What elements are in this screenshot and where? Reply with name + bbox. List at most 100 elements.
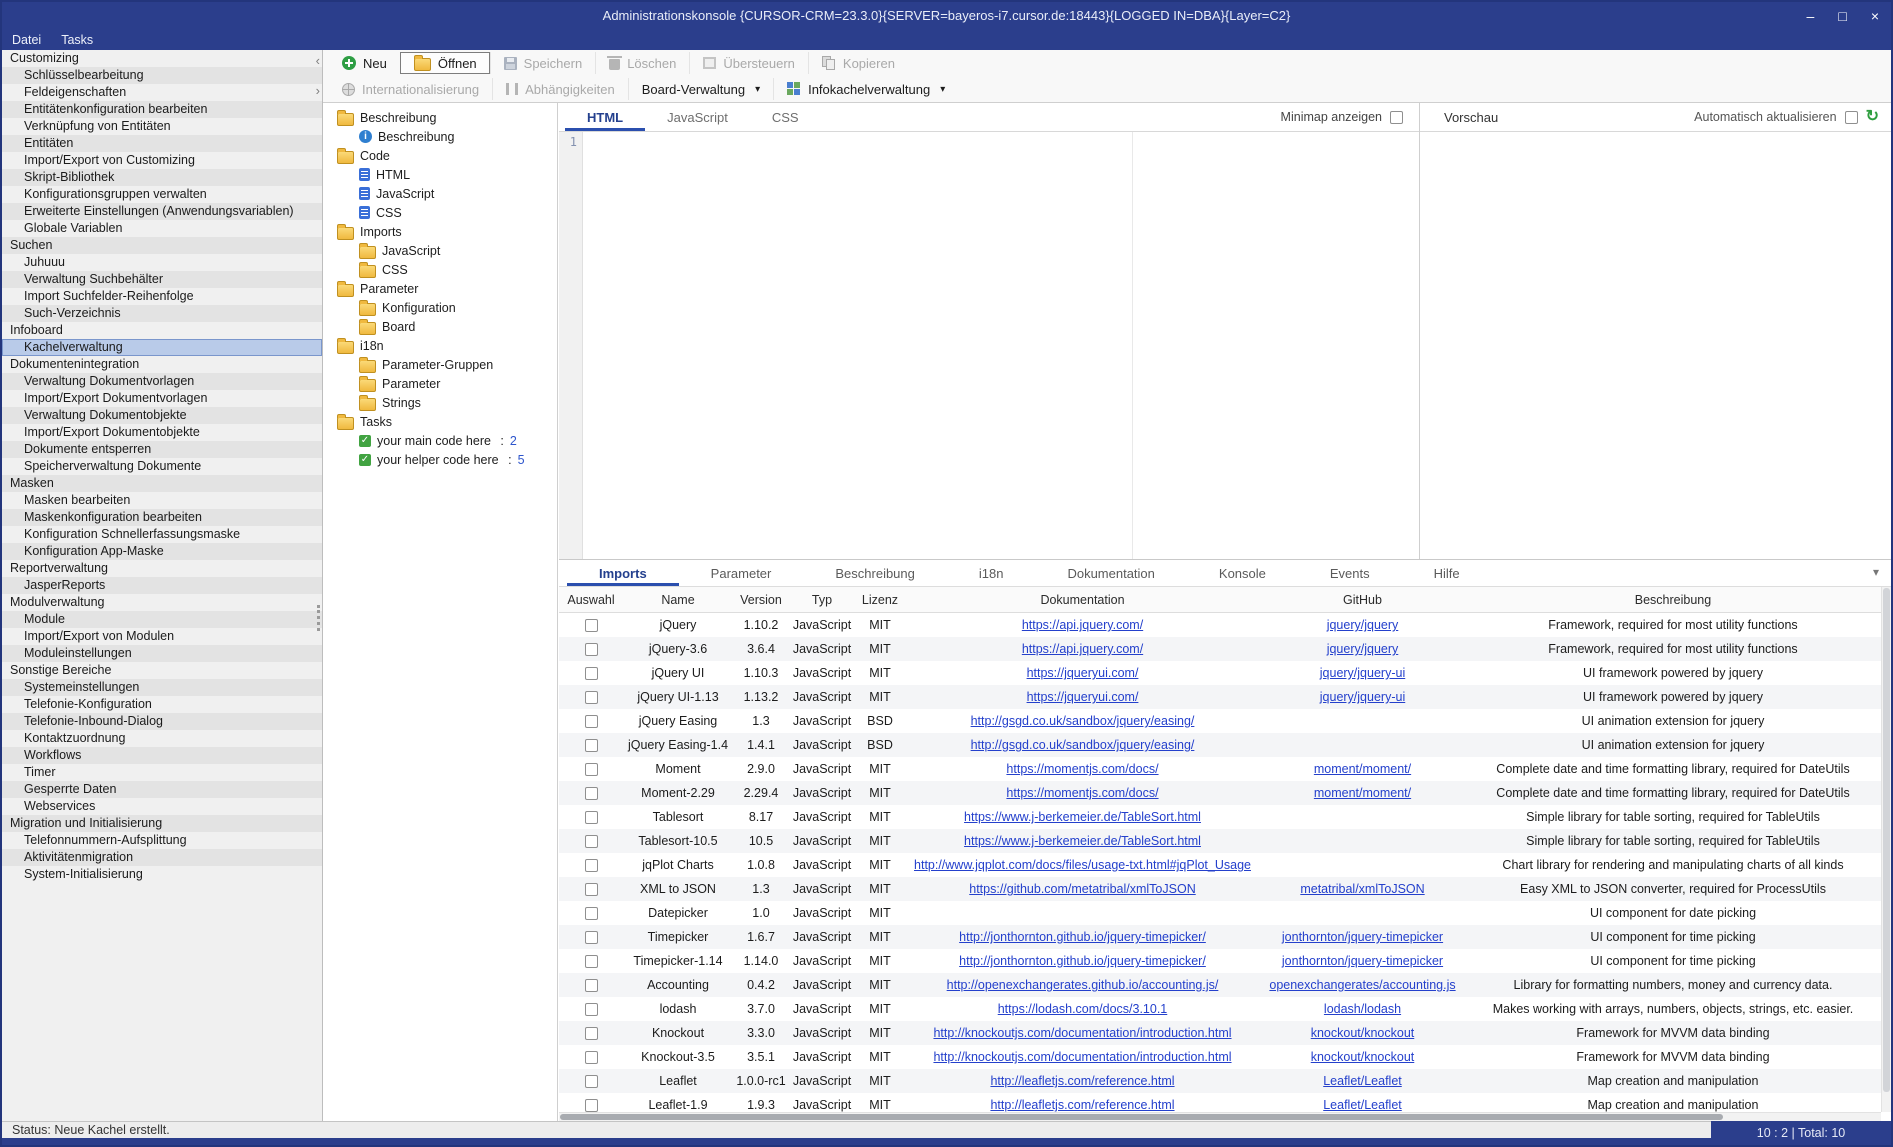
- row-select-checkbox[interactable]: [585, 979, 598, 992]
- table-row[interactable]: Leaflet1.0.0-rc1JavaScriptMIThttp://leaf…: [559, 1069, 1881, 1093]
- sidebar-item-verwaltung-suchbehälter[interactable]: Verwaltung Suchbehälter: [2, 271, 322, 288]
- doc-link[interactable]: http://leafletjs.com/reference.html: [990, 1098, 1174, 1112]
- row-select-checkbox[interactable]: [585, 715, 598, 728]
- panel-collapse-icon[interactable]: ▾: [1873, 565, 1879, 579]
- toolbar-button-internationalisierung[interactable]: Internationalisierung: [329, 78, 492, 100]
- tree-item-i18n[interactable]: i18n: [323, 336, 557, 355]
- sidebar-item-systemeinstellungen[interactable]: Systemeinstellungen: [2, 679, 322, 696]
- sidebar-item-maskenkonfiguration-bearbeiten[interactable]: Maskenkonfiguration bearbeiten: [2, 509, 322, 526]
- panel-tab-i18n[interactable]: i18n: [947, 560, 1036, 586]
- tree-item-javascript[interactable]: JavaScript: [323, 184, 557, 203]
- table-row[interactable]: jqPlot Charts1.0.8JavaScriptMIThttp://ww…: [559, 853, 1881, 877]
- tree-item-html[interactable]: HTML: [323, 165, 557, 184]
- sidebar-group-migration-und-initialisierung[interactable]: Migration und Initialisierung: [2, 815, 322, 832]
- row-select-checkbox[interactable]: [585, 763, 598, 776]
- tree-item-strings[interactable]: Strings: [323, 393, 557, 412]
- sidebar-item-telefonie-konfiguration[interactable]: Telefonie-Konfiguration: [2, 696, 322, 713]
- tree-item-parameter[interactable]: Parameter: [323, 374, 557, 393]
- sidebar-item-konfiguration-schnellerfassungsmaske[interactable]: Konfiguration Schnellerfassungsmaske: [2, 526, 322, 543]
- sidebar-item-import-export-von-customizing[interactable]: Import/Export von Customizing: [2, 152, 322, 169]
- sidebar-item-aktivitätenmigration[interactable]: Aktivitätenmigration: [2, 849, 322, 866]
- doc-link[interactable]: http://gsgd.co.uk/sandbox/jquery/easing/: [971, 714, 1195, 728]
- table-row[interactable]: Timepicker1.6.7JavaScriptMIThttp://jonth…: [559, 925, 1881, 949]
- doc-link[interactable]: http://gsgd.co.uk/sandbox/jquery/easing/: [971, 738, 1195, 752]
- sidebar-group-modulverwaltung[interactable]: Modulverwaltung: [2, 594, 322, 611]
- doc-link[interactable]: https://jqueryui.com/: [1027, 690, 1139, 704]
- sidebar-item-entitätenkonfiguration-bearbeiten[interactable]: Entitätenkonfiguration bearbeiten: [2, 101, 322, 118]
- vertical-scrollbar[interactable]: [1881, 587, 1891, 1112]
- sidebar-item-import-export-dokumentvorlagen[interactable]: Import/Export Dokumentvorlagen: [2, 390, 322, 407]
- github-link[interactable]: jquery/jquery: [1327, 642, 1399, 656]
- sidebar-item-skript-bibliothek[interactable]: Skript-Bibliothek: [2, 169, 322, 186]
- sidebar-item-globale-variablen[interactable]: Globale Variablen: [2, 220, 322, 237]
- github-link[interactable]: jonthornton/jquery-timepicker: [1282, 954, 1443, 968]
- sidebar-group-suchen[interactable]: Suchen: [2, 237, 322, 254]
- panel-tab-beschreibung[interactable]: Beschreibung: [803, 560, 947, 586]
- doc-link[interactable]: https://api.jquery.com/: [1022, 642, 1143, 656]
- maximize-button[interactable]: □: [1838, 8, 1846, 24]
- panel-tab-parameter[interactable]: Parameter: [679, 560, 804, 586]
- tree-item-javascript[interactable]: JavaScript: [323, 241, 557, 260]
- panel-tab-hilfe[interactable]: Hilfe: [1402, 560, 1492, 586]
- github-link[interactable]: Leaflet/Leaflet: [1323, 1074, 1402, 1088]
- tree-item-code[interactable]: Code: [323, 146, 557, 165]
- close-button[interactable]: ×: [1871, 8, 1879, 24]
- editor-tab-css[interactable]: CSS: [750, 103, 821, 131]
- doc-link[interactable]: http://knockoutjs.com/documentation/intr…: [933, 1026, 1231, 1040]
- tree-item-board[interactable]: Board: [323, 317, 557, 336]
- sidebar-item-import-export-von-modulen[interactable]: Import/Export von Modulen: [2, 628, 322, 645]
- toolbar-button-kopieren[interactable]: Kopieren: [808, 52, 908, 74]
- sidebar-item-konfigurationsgruppen-verwalten[interactable]: Konfigurationsgruppen verwalten: [2, 186, 322, 203]
- sidebar-item-verknüpfung-von-entitäten[interactable]: Verknüpfung von Entitäten: [2, 118, 322, 135]
- doc-link[interactable]: http://knockoutjs.com/documentation/intr…: [933, 1050, 1231, 1064]
- row-select-checkbox[interactable]: [585, 1003, 598, 1016]
- horizontal-scrollbar[interactable]: [559, 1112, 1881, 1121]
- table-row[interactable]: jQuery-3.63.6.4JavaScriptMIThttps://api.…: [559, 637, 1881, 661]
- doc-link[interactable]: https://github.com/metatribal/xmlToJSON: [969, 882, 1195, 896]
- table-row[interactable]: Tablesort8.17JavaScriptMIThttps://www.j-…: [559, 805, 1881, 829]
- tree-item-imports[interactable]: Imports: [323, 222, 557, 241]
- doc-link[interactable]: https://momentjs.com/docs/: [1006, 762, 1158, 776]
- doc-link[interactable]: http://www.jqplot.com/docs/files/usage-t…: [914, 858, 1251, 872]
- panel-tab-events[interactable]: Events: [1298, 560, 1402, 586]
- github-link[interactable]: knockout/knockout: [1311, 1026, 1415, 1040]
- sidebar-item-timer[interactable]: Timer: [2, 764, 322, 781]
- panel-tab-konsole[interactable]: Konsole: [1187, 560, 1298, 586]
- table-row[interactable]: jQuery Easing1.3JavaScriptBSDhttp://gsgd…: [559, 709, 1881, 733]
- github-link[interactable]: moment/moment/: [1314, 786, 1411, 800]
- sidebar-group-masken[interactable]: Masken: [2, 475, 322, 492]
- tree-item-your-main-code-here[interactable]: your main code here : 2: [323, 431, 557, 450]
- refresh-icon[interactable]: ↻: [1866, 109, 1879, 125]
- github-link[interactable]: Leaflet/Leaflet: [1323, 1098, 1402, 1112]
- github-link[interactable]: moment/moment/: [1314, 762, 1411, 776]
- sidebar-item-verwaltung-dokumentobjekte[interactable]: Verwaltung Dokumentobjekte: [2, 407, 322, 424]
- toolbar-button-board-verwaltung[interactable]: Board-Verwaltung▾: [628, 78, 773, 100]
- table-row[interactable]: lodash3.7.0JavaScriptMIThttps://lodash.c…: [559, 997, 1881, 1021]
- row-select-checkbox[interactable]: [585, 787, 598, 800]
- minimize-button[interactable]: –: [1807, 8, 1815, 24]
- doc-link[interactable]: https://www.j-berkemeier.de/TableSort.ht…: [964, 810, 1201, 824]
- sidebar-item-workflows[interactable]: Workflows: [2, 747, 322, 764]
- table-row[interactable]: jQuery1.10.2JavaScriptMIThttps://api.jqu…: [559, 613, 1881, 637]
- tree-item-parameter[interactable]: Parameter: [323, 279, 557, 298]
- sidebar-item-webservices[interactable]: Webservices: [2, 798, 322, 815]
- menu-item-tasks[interactable]: Tasks: [61, 33, 93, 47]
- sidebar-item-import-suchfelder-reihenfolge[interactable]: Import Suchfelder-Reihenfolge: [2, 288, 322, 305]
- doc-link[interactable]: https://momentjs.com/docs/: [1006, 786, 1158, 800]
- sidebar-item-speicherverwaltung-dokumente[interactable]: Speicherverwaltung Dokumente: [2, 458, 322, 475]
- table-row[interactable]: Moment-2.292.29.4JavaScriptMIThttps://mo…: [559, 781, 1881, 805]
- sidebar-group-sonstige-bereiche[interactable]: Sonstige Bereiche: [2, 662, 322, 679]
- splitter-handle[interactable]: [317, 605, 320, 631]
- tree-item-parameter-gruppen[interactable]: Parameter-Gruppen: [323, 355, 557, 374]
- doc-link[interactable]: http://leafletjs.com/reference.html: [990, 1074, 1174, 1088]
- collapse-left-icon[interactable]: ‹: [316, 54, 320, 67]
- github-link[interactable]: jquery/jquery-ui: [1320, 690, 1405, 704]
- toolbar-button-neu[interactable]: Neu: [329, 52, 400, 74]
- tree-item-konfiguration[interactable]: Konfiguration: [323, 298, 557, 317]
- doc-link[interactable]: https://api.jquery.com/: [1022, 618, 1143, 632]
- sidebar-item-gesperrte-daten[interactable]: Gesperrte Daten: [2, 781, 322, 798]
- row-select-checkbox[interactable]: [585, 739, 598, 752]
- doc-link[interactable]: http://jonthornton.github.io/jquery-time…: [959, 954, 1206, 968]
- github-link[interactable]: knockout/knockout: [1311, 1050, 1415, 1064]
- sidebar-item-erweiterte-einstellungen-anwendungsvariablen[interactable]: Erweiterte Einstellungen (Anwendungsvari…: [2, 203, 322, 220]
